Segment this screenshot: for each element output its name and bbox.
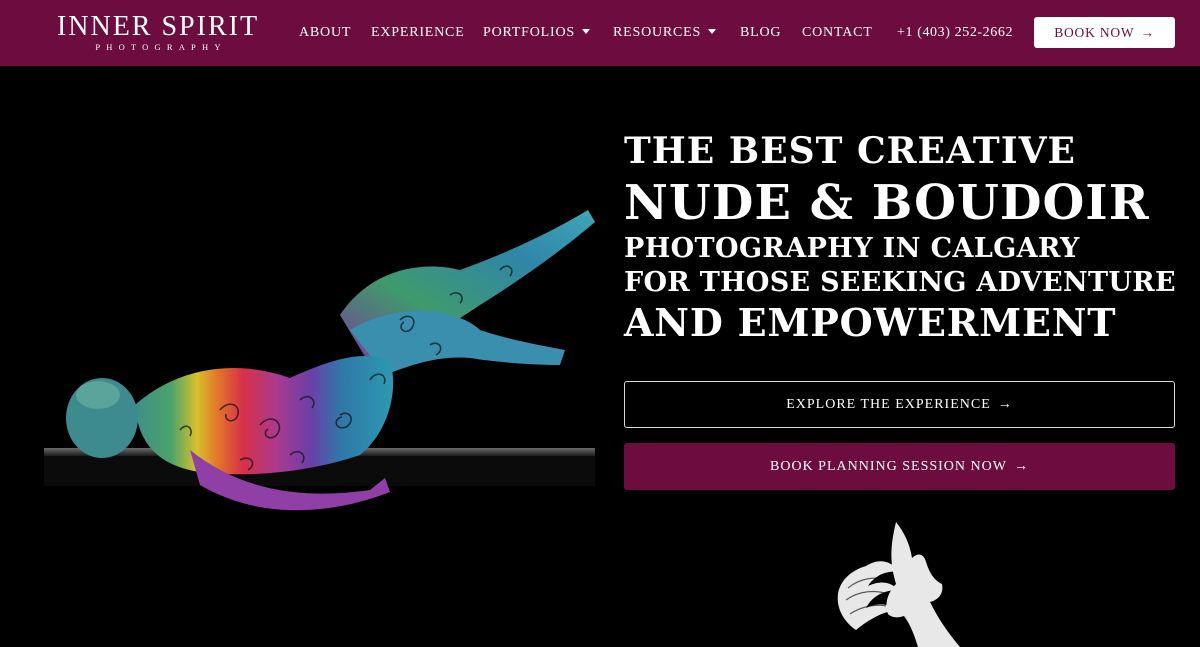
hero-photo (44, 210, 595, 511)
logo-tagline: PHOTOGRAPHY (95, 42, 227, 52)
logo-name: INNER SPIRIT (56, 11, 260, 42)
explore-experience-label: EXPLORE THE EXPERIENCE (786, 396, 991, 412)
nav-portfolios[interactable]: PORTFOLIOS (483, 24, 590, 42)
hero-headline: THE BEST CREATIVE NUDE & BOUDOIR PHOTOGR… (624, 128, 1184, 346)
nav-resources-label: RESOURCES (613, 25, 702, 40)
book-now-button[interactable]: BOOK NOW → (1034, 17, 1175, 48)
arrow-right-icon: → (1013, 458, 1029, 474)
book-planning-session-label: BOOK PLANNING SESSION NOW (770, 458, 1007, 474)
headline-line-3: PHOTOGRAPHY IN CALGARY (624, 233, 1080, 264)
phone-link[interactable]: +1 (403) 252-2662 (897, 24, 1013, 42)
headline-line-4: FOR THOSE SEEKING ADVENTURE (624, 267, 1176, 298)
nav-contact[interactable]: CONTACT (802, 24, 873, 42)
nav-about[interactable]: ABOUT (299, 24, 351, 42)
explore-experience-button[interactable]: EXPLORE THE EXPERIENCE → (624, 381, 1175, 428)
nav-experience[interactable]: EXPERIENCE (371, 24, 465, 42)
headline-line-5: AND EMPOWERMENT (624, 300, 1117, 345)
arrow-right-icon: → (997, 396, 1013, 412)
book-now-label: BOOK NOW (1054, 24, 1135, 40)
nav-portfolios-label: PORTFOLIOS (483, 25, 575, 40)
book-planning-session-button[interactable]: BOOK PLANNING SESSION NOW → (624, 443, 1175, 490)
nav-contact-label: CONTACT (802, 25, 873, 40)
nav-experience-label: EXPERIENCE (371, 25, 465, 40)
nav-resources[interactable]: RESOURCES (613, 24, 717, 42)
nav-blog[interactable]: BLOG (740, 24, 781, 42)
caret-down-icon (708, 29, 717, 34)
site-logo[interactable]: INNER SPIRIT PHOTOGRAPHY (42, 11, 274, 53)
woman-silhouette-emblem-icon (837, 522, 960, 647)
arrow-right-icon: → (1140, 24, 1155, 40)
caret-down-icon (581, 29, 590, 34)
headline-line-1: THE BEST CREATIVE (624, 130, 1076, 172)
headline-line-2: NUDE & BOUDOIR (624, 175, 1150, 231)
nav-about-label: ABOUT (299, 25, 352, 40)
site-header: INNER SPIRIT PHOTOGRAPHY ABOUT EXPERIENC… (0, 0, 1200, 66)
nav-blog-label: BLOG (740, 25, 782, 40)
